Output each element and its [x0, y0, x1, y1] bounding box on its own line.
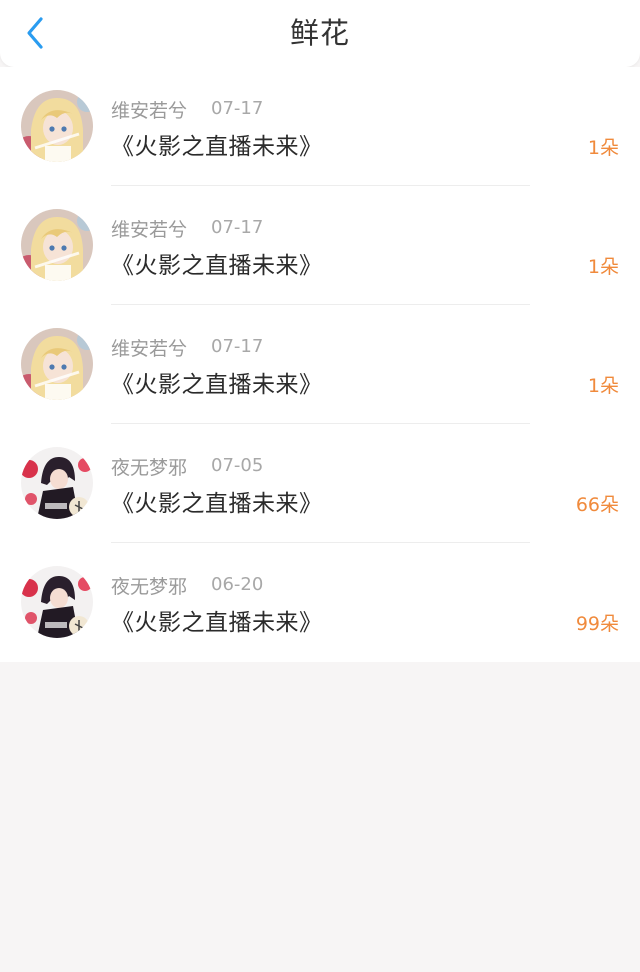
- flower-count: 66朵: [575, 494, 619, 516]
- book-title: 《火影之直播未来》: [111, 491, 323, 517]
- user-avatar[interactable]: [21, 209, 93, 281]
- user-avatar[interactable]: [21, 90, 93, 162]
- date: 07-17: [211, 336, 264, 357]
- top-bar: 鲜花: [0, 0, 640, 67]
- book-title: 《火影之直播未来》: [111, 134, 323, 160]
- username: 维安若兮: [111, 338, 188, 360]
- date: 07-05: [211, 455, 264, 476]
- flower-count: 1朵: [587, 256, 619, 278]
- flower-count: 99朵: [575, 613, 619, 635]
- user-avatar[interactable]: [21, 328, 93, 400]
- username: 夜无梦邪: [111, 457, 188, 479]
- book-title: 《火影之直播未来》: [111, 610, 323, 636]
- username: 夜无梦邪: [111, 576, 188, 598]
- user-avatar[interactable]: [21, 566, 93, 638]
- date: 06-20: [211, 574, 264, 595]
- list-item[interactable]: 夜无梦邪 06-20 《火影之直播未来》 99朵: [0, 543, 640, 662]
- book-title: 《火影之直播未来》: [111, 253, 323, 279]
- username: 维安若兮: [111, 100, 188, 122]
- user-avatar[interactable]: [21, 447, 93, 519]
- list-item[interactable]: 维安若兮 07-17 《火影之直播未来》 1朵: [0, 67, 640, 186]
- flower-list: 维安若兮 07-17 《火影之直播未来》 1朵 维安若兮 07-17 《火影之直…: [0, 67, 640, 662]
- date: 07-17: [211, 217, 264, 238]
- date: 07-17: [211, 98, 264, 119]
- flower-count: 1朵: [587, 137, 619, 159]
- flower-count: 1朵: [587, 375, 619, 397]
- list-item[interactable]: 维安若兮 07-17 《火影之直播未来》 1朵: [0, 186, 640, 305]
- username: 维安若兮: [111, 219, 188, 241]
- page-title: 鲜花: [289, 16, 350, 50]
- list-item[interactable]: 维安若兮 07-17 《火影之直播未来》 1朵: [0, 305, 640, 424]
- list-item[interactable]: 夜无梦邪 07-05 《火影之直播未来》 66朵: [0, 424, 640, 543]
- book-title: 《火影之直播未来》: [111, 372, 323, 398]
